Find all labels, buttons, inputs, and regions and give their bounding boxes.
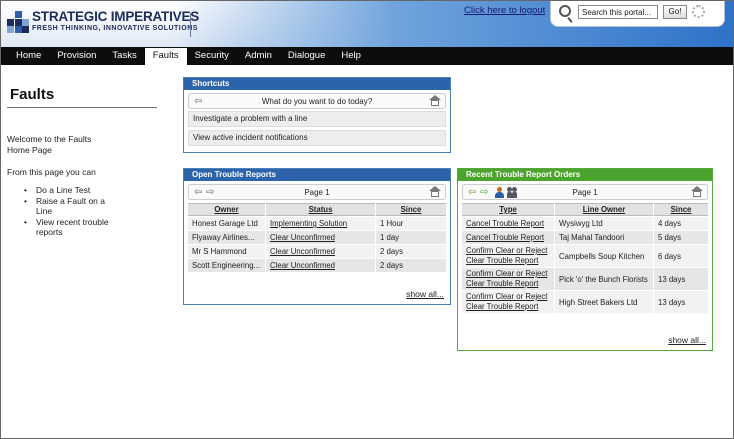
logo-mark-icon: [7, 11, 29, 33]
table-row: Confirm Clear or Reject Clear Trouble Re…: [462, 245, 708, 267]
column-header-since[interactable]: Since: [654, 203, 708, 216]
title-divider: [7, 107, 157, 108]
shortcut-view-notifications[interactable]: View active incident notifications: [188, 130, 446, 146]
order-type-link[interactable]: Cancel Trouble Report: [462, 231, 554, 244]
owner-cell: Mr S Hammond: [188, 245, 265, 258]
table-row: Confirm Clear or Reject Clear Trouble Re…: [462, 291, 708, 313]
table-row: Cancel Trouble Report Wysiwyg Ltd 4 days: [462, 217, 708, 230]
status-link[interactable]: Implementing Solution: [266, 217, 375, 230]
portal-window: STRATEGIC IMPERATIVES FRESH THINKING, IN…: [0, 0, 734, 439]
owner-cell: Honest Garage Ltd: [188, 217, 265, 230]
header-divider: [190, 13, 191, 37]
home-icon[interactable]: [429, 95, 441, 107]
nav-provision[interactable]: Provision: [49, 47, 104, 65]
status-link[interactable]: Clear Unconfirmed: [266, 231, 375, 244]
shortcuts-toolbar: ⇦ What do you want to do today?: [188, 93, 446, 109]
brand-tagline: FRESH THINKING, INNOVATIVE SOLUTIONS: [32, 25, 198, 32]
panel-title: Shortcuts: [184, 78, 450, 90]
column-header-line-owner[interactable]: Line Owner: [555, 203, 653, 216]
header: STRATEGIC IMPERATIVES FRESH THINKING, IN…: [1, 1, 733, 47]
order-type-link[interactable]: Cancel Trouble Report: [462, 217, 554, 230]
column-header-type[interactable]: Type: [462, 203, 554, 216]
since-cell: 4 days: [654, 217, 708, 230]
line-owner-cell: Wysiwyg Ltd: [555, 217, 653, 230]
page-indicator: Page 1: [304, 188, 330, 197]
order-type-link[interactable]: Confirm Clear or Reject Clear Trouble Re…: [462, 268, 554, 290]
list-item: Do a Line Test: [24, 185, 114, 196]
table-row: Cancel Trouble Report Taj Mahal Tandoori…: [462, 231, 708, 244]
nav-security[interactable]: Security: [187, 47, 237, 65]
brand-title: STRATEGIC IMPERATIVES: [32, 9, 200, 24]
recent-orders-panel: Recent Trouble Report Orders ⇦ ⇨ Page 1 …: [457, 168, 713, 351]
table-row: Flyaway Airlines... Clear Unconfirmed 1 …: [188, 231, 446, 244]
line-owner-cell: Taj Mahal Tandoori: [555, 231, 653, 244]
list-item: Raise a Fault on a Line: [24, 196, 114, 217]
nav-admin[interactable]: Admin: [237, 47, 280, 65]
since-cell: 13 days: [654, 268, 708, 290]
recent-orders-table: Type Line Owner Since Cancel Trouble Rep…: [461, 202, 709, 314]
since-cell: 6 days: [654, 245, 708, 267]
page-title: Faults: [10, 86, 55, 103]
table-row: Honest Garage Ltd Implementing Solution …: [188, 217, 446, 230]
home-icon[interactable]: [691, 186, 703, 198]
intro-text: From this page you can: [7, 167, 96, 177]
column-header-owner[interactable]: Owner: [188, 203, 265, 216]
main-nav: Home Provision Tasks Faults Security Adm…: [1, 47, 733, 65]
welcome-text: Welcome to the Faults Home Page: [7, 134, 92, 155]
logo: STRATEGIC IMPERATIVES FRESH THINKING, IN…: [7, 10, 199, 33]
settings-icon[interactable]: [692, 5, 705, 18]
column-header-since[interactable]: Since: [376, 203, 446, 216]
show-all-reports-link[interactable]: show all...: [406, 289, 444, 299]
search-input[interactable]: [578, 5, 658, 19]
nav-home[interactable]: Home: [8, 47, 49, 65]
action-list: Do a Line Test Raise a Fault on a Line V…: [24, 185, 114, 238]
line-owner-cell: High Street Bakers Ltd: [555, 291, 653, 313]
shortcuts-panel: Shortcuts ⇦ What do you want to do today…: [183, 77, 451, 153]
order-type-link[interactable]: Confirm Clear or Reject Clear Trouble Re…: [462, 245, 554, 267]
column-header-status[interactable]: Status: [266, 203, 375, 216]
owner-cell: Flyaway Airlines...: [188, 231, 265, 244]
logout-link[interactable]: Click here to logout: [464, 5, 545, 16]
home-icon[interactable]: [429, 186, 441, 198]
list-item: View recent trouble reports: [24, 217, 114, 238]
open-trouble-reports-panel: Open Trouble Reports ⇦ ⇨ Page 1 Owner St…: [183, 168, 451, 305]
go-button[interactable]: Go!: [663, 5, 687, 19]
line-owner-cell: Pick 'o' the Bunch Florists: [555, 268, 653, 290]
since-cell: 1 Hour: [376, 217, 446, 230]
since-cell: 5 days: [654, 231, 708, 244]
search-bar: Go!: [550, 1, 725, 27]
panel-title: Open Trouble Reports: [184, 169, 450, 181]
since-cell: 2 days: [376, 245, 446, 258]
open-reports-table: Owner Status Since Honest Garage Ltd Imp…: [187, 202, 447, 273]
table-row: Scott Engineering... Clear Unconfirmed 2…: [188, 259, 446, 272]
owner-cell: Scott Engineering...: [188, 259, 265, 272]
shortcut-investigate-line[interactable]: Investigate a problem with a line: [188, 111, 446, 127]
nav-dialogue[interactable]: Dialogue: [280, 47, 334, 65]
shortcuts-question: What do you want to do today?: [261, 97, 373, 106]
status-link[interactable]: Clear Unconfirmed: [266, 245, 375, 258]
since-cell: 2 days: [376, 259, 446, 272]
orders-toolbar: ⇦ ⇨ Page 1: [462, 184, 708, 200]
nav-help[interactable]: Help: [333, 47, 369, 65]
order-type-link[interactable]: Confirm Clear or Reject Clear Trouble Re…: [462, 291, 554, 313]
since-cell: 1 day: [376, 231, 446, 244]
search-icon: [559, 5, 571, 17]
table-row: Confirm Clear or Reject Clear Trouble Re…: [462, 268, 708, 290]
table-row: Mr S Hammond Clear Unconfirmed 2 days: [188, 245, 446, 258]
show-all-orders-link[interactable]: show all...: [668, 335, 706, 345]
since-cell: 13 days: [654, 291, 708, 313]
nav-faults[interactable]: Faults: [144, 48, 187, 65]
reports-toolbar: ⇦ ⇨ Page 1: [188, 184, 446, 200]
page-indicator: Page 1: [572, 188, 598, 197]
line-owner-cell: Campbells Soup Kitchen: [555, 245, 653, 267]
status-link[interactable]: Clear Unconfirmed: [266, 259, 375, 272]
panel-title: Recent Trouble Report Orders: [458, 169, 712, 181]
nav-tasks[interactable]: Tasks: [104, 47, 144, 65]
